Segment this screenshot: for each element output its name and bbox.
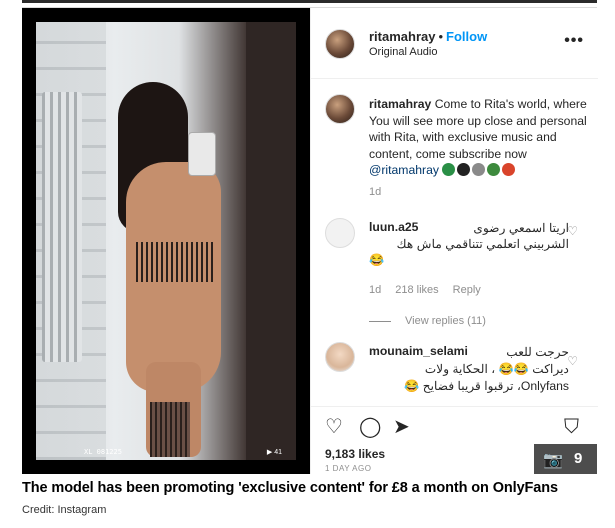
eye-emoji-icon: [472, 163, 486, 176]
comment-text-line3: Onlyfans، ترقبوا قريبا فضايح 😂: [404, 379, 569, 393]
commenter-avatar[interactable]: [325, 342, 355, 372]
audio-label[interactable]: Original Audio: [369, 46, 438, 58]
phone-in-hand: [188, 132, 216, 176]
gallery-count: 9: [574, 450, 583, 467]
video-tag: XL 081225: [84, 448, 122, 456]
post-header: ritamahray • Follow Original Audio •••: [311, 8, 598, 79]
comment-age: 1d: [369, 284, 382, 296]
video-play-indicator[interactable]: ▶ 41: [267, 448, 282, 456]
like-comment-icon[interactable]: ♡: [567, 224, 578, 238]
view-replies-button[interactable]: View replies (11): [369, 315, 486, 327]
gallery-count-badge[interactable]: 📷 9: [534, 444, 597, 474]
follow-button[interactable]: Follow: [446, 29, 487, 44]
person-figure: [106, 72, 236, 457]
comment-bubble-icon[interactable]: ◯: [359, 417, 381, 437]
towel-radiator: [42, 92, 82, 362]
fringe-outfit: [136, 242, 216, 282]
save-bookmark-icon[interactable]: ⛉: [564, 417, 579, 437]
view-replies-label[interactable]: View replies (11): [405, 315, 486, 327]
replies-line: [369, 320, 391, 322]
post-timestamp: 1 DAY AGO: [325, 464, 372, 473]
article-image-caption: The model has been promoting 'exclusive …: [22, 480, 558, 496]
money-emoji-icon: [487, 163, 501, 176]
avatar[interactable]: [325, 94, 355, 124]
top-rule: [22, 0, 597, 3]
reply-button[interactable]: Reply: [453, 284, 481, 296]
separator-dot: •: [438, 29, 444, 44]
comment-text-line1: حرجت للعب: [506, 345, 569, 359]
more-options-icon[interactable]: •••: [564, 32, 584, 50]
devil-emoji-icon: [502, 163, 516, 176]
commenter-avatar[interactable]: [325, 218, 355, 248]
caption-mention[interactable]: @ritamahray: [369, 163, 439, 177]
post-details-pane: ritamahray • Follow Original Audio ••• rit…: [310, 8, 598, 474]
comment-emoji: 😂: [369, 253, 385, 267]
instagram-post-embed: XL 081225 ▶ 41 ritamahray • Follow Origina…: [22, 7, 598, 474]
comment-meta: 1d 218 likes Reply: [369, 284, 495, 296]
caption-emojis: [442, 163, 517, 177]
post-author: ritamahray • Follow: [369, 29, 487, 44]
share-arrow-icon[interactable]: ➤: [393, 417, 410, 437]
caption-age: 1d: [369, 186, 382, 198]
comment-likes[interactable]: 218 likes: [395, 284, 438, 296]
like-heart-icon[interactable]: ♡: [325, 417, 343, 437]
video-frame[interactable]: XL 081225 ▶ 41: [36, 22, 296, 460]
comment-text-line2: الشربيني اتعلمي تتناقمي ماش هك: [396, 237, 569, 251]
avatar[interactable]: [325, 29, 355, 59]
image-credit: Credit: Instagram: [22, 504, 107, 516]
likes-count[interactable]: 9,183 likes: [325, 447, 385, 461]
caption-username[interactable]: ritamahray: [369, 97, 431, 111]
comment-text-line2: ديراكت 😂😂 ، الحكاية ولات: [424, 362, 569, 376]
caption-text: ritamahray Come to Rita's world, where Y…: [369, 96, 589, 179]
author-username[interactable]: ritamahray: [369, 29, 435, 44]
like-comment-icon[interactable]: ♡: [567, 354, 578, 368]
comment-text-line1: اريتا اسمعي رضوى: [473, 221, 569, 235]
globe-emoji-icon: [442, 163, 456, 176]
black-heart-emoji-icon: [457, 163, 471, 176]
dark-door: [246, 22, 296, 460]
camera-icon: 📷: [543, 452, 563, 469]
fringe-boot: [150, 402, 190, 457]
post-video[interactable]: XL 081225 ▶ 41: [22, 8, 310, 474]
